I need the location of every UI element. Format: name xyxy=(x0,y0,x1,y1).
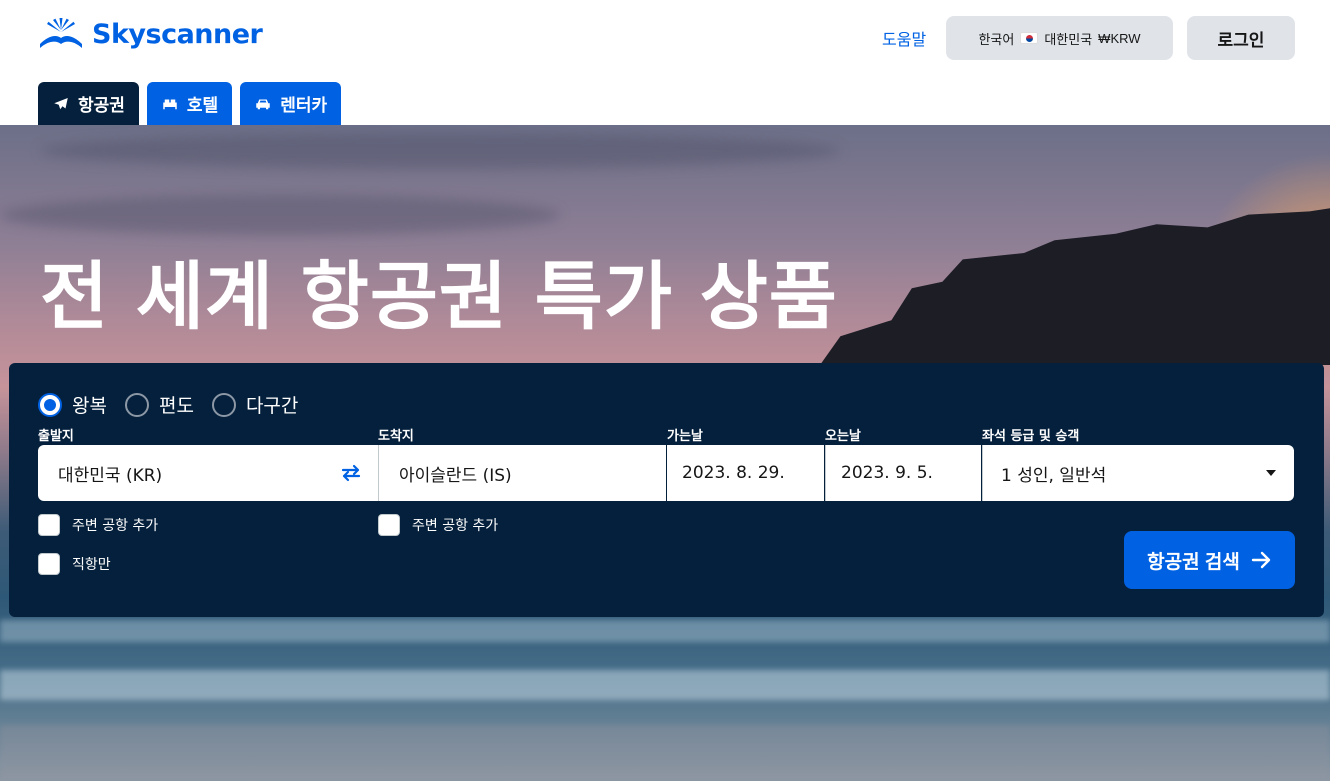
site-header: Skyscanner 도움말 한국어 대한민국 ₩KRW 로그인 항공권 호텔 … xyxy=(0,0,1330,125)
return-date-input[interactable]: 2023. 9. 5. xyxy=(825,445,981,501)
logo-text: Skyscanner xyxy=(92,18,263,50)
locale-selector-button[interactable]: 한국어 대한민국 ₩KRW xyxy=(946,16,1173,60)
trip-type-one-way-label: 편도 xyxy=(158,395,194,417)
depart-label: 가는날 xyxy=(667,429,703,444)
origin-nearby-label: 주변 공항 추가 xyxy=(72,518,159,534)
hero-title: 전 세계 항공권 특가 상품 xyxy=(40,254,838,340)
locale-country: 대한민국 xyxy=(1044,31,1093,47)
destination-nearby-checkbox[interactable] xyxy=(378,514,400,536)
return-label: 오는날 xyxy=(825,429,861,444)
skyscanner-logo[interactable]: Skyscanner xyxy=(38,16,263,52)
sand-shore xyxy=(0,725,1330,781)
arrow-right-icon xyxy=(1251,551,1271,569)
flight-search-panel: 왕복 편도 다구간 출발지 도착지 가는날 오는날 좌석 등급 및 승객 대한민… xyxy=(9,363,1324,617)
origin-input[interactable]: 대한민국 (KR) xyxy=(38,445,378,501)
cloud-decoration xyxy=(40,133,840,169)
locale-currency: ₩KRW xyxy=(1098,30,1141,46)
trip-type-return[interactable]: 왕복 xyxy=(38,391,107,418)
destination-nearby-checkbox-row[interactable]: 주변 공항 추가 xyxy=(378,514,498,536)
search-flights-button[interactable]: 항공권 검색 xyxy=(1124,531,1295,589)
cloud-decoration xyxy=(0,195,560,235)
chevron-down-icon xyxy=(1266,470,1276,476)
radio-unselected-icon[interactable] xyxy=(211,392,236,417)
trip-type-return-label: 왕복 xyxy=(72,395,107,417)
vertical-tabs: 항공권 호텔 렌터카 xyxy=(38,82,342,125)
tab-car-hire-label: 렌터카 xyxy=(280,96,328,116)
origin-label: 출발지 xyxy=(38,429,74,444)
direct-only-checkbox-row[interactable]: 직항만 xyxy=(38,553,111,575)
radio-selected-icon[interactable] xyxy=(38,392,62,417)
wave-foam xyxy=(0,620,1330,642)
destination-label: 도착지 xyxy=(378,429,414,444)
tab-car-hire[interactable]: 렌터카 xyxy=(240,82,342,125)
trip-type-one-way[interactable]: 편도 xyxy=(124,391,194,418)
destination-input[interactable]: 아이슬란드 (IS) xyxy=(378,445,666,501)
radio-unselected-icon[interactable] xyxy=(124,392,149,417)
tab-hotels[interactable]: 호텔 xyxy=(146,82,233,125)
origin-nearby-checkbox[interactable] xyxy=(38,514,60,536)
trip-type-multi-city-label: 다구간 xyxy=(245,395,299,417)
direct-only-label: 직항만 xyxy=(72,557,111,573)
tab-flights[interactable]: 항공권 xyxy=(38,82,139,125)
wave-foam xyxy=(0,670,1330,700)
tab-hotels-label: 호텔 xyxy=(186,96,219,116)
plane-icon xyxy=(54,97,68,109)
car-icon xyxy=(256,99,270,109)
destination-nearby-label: 주변 공항 추가 xyxy=(412,518,499,534)
login-button[interactable]: 로그인 xyxy=(1187,16,1295,60)
trip-type-group: 왕복 편도 다구간 xyxy=(38,391,298,418)
cabin-passengers-value: 1 성인, 일반석 xyxy=(1001,465,1107,486)
help-link[interactable]: 도움말 xyxy=(882,26,926,50)
search-flights-label: 항공권 검색 xyxy=(1147,551,1240,573)
korea-flag-icon xyxy=(1020,32,1039,44)
trip-type-multi-city[interactable]: 다구간 xyxy=(211,391,299,418)
bed-icon xyxy=(163,99,177,109)
cabin-passengers-select[interactable]: 1 성인, 일반석 xyxy=(982,445,1294,501)
cliff-silhouette xyxy=(820,208,1330,365)
origin-nearby-checkbox-row[interactable]: 주변 공항 추가 xyxy=(38,514,158,536)
cabin-label: 좌석 등급 및 승객 xyxy=(982,429,1080,444)
locale-language: 한국어 xyxy=(978,31,1015,47)
depart-date-input[interactable]: 2023. 8. 29. xyxy=(667,445,824,501)
direct-only-checkbox[interactable] xyxy=(38,553,60,575)
sunrise-logo-icon xyxy=(40,18,82,48)
tab-flights-label: 항공권 xyxy=(78,96,125,116)
swap-arrows-icon[interactable] xyxy=(340,463,362,483)
